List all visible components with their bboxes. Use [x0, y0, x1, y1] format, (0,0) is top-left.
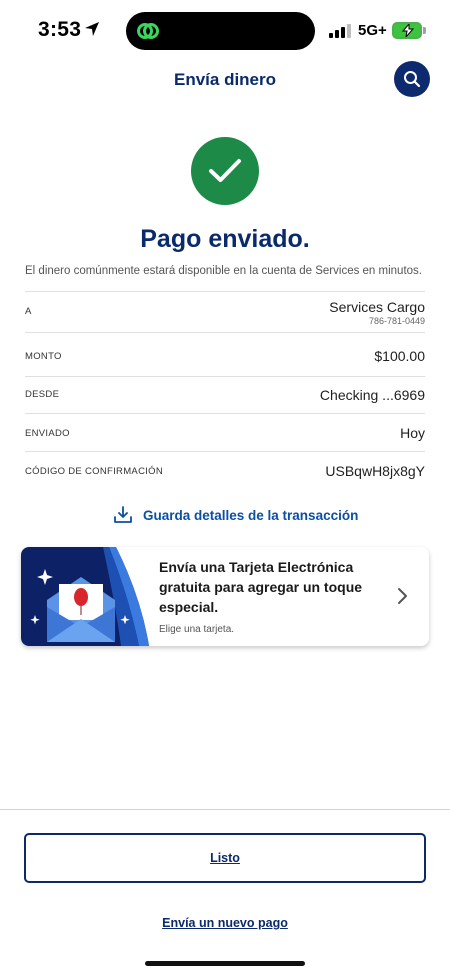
detail-value: Checking ...6969 — [319, 387, 425, 403]
footer-divider — [0, 809, 450, 810]
detail-label: MONTO — [25, 351, 62, 362]
detail-row-from: DESDE Checking ...6969 — [25, 376, 425, 413]
done-button-label: Listo — [210, 851, 240, 865]
chevron-right-icon — [398, 588, 407, 604]
home-indicator — [145, 961, 305, 966]
link-rings-icon — [137, 23, 159, 39]
search-icon — [404, 71, 421, 88]
ecard-title: Envía una Tarjeta Electrónica gratuita p… — [159, 559, 363, 615]
detail-value: $100.00 — [374, 348, 425, 364]
status-bar: 3:53 5G+ — [0, 0, 450, 62]
network-label: 5G+ — [358, 22, 387, 39]
battery-icon — [392, 22, 422, 39]
envelope-illustration — [21, 547, 149, 646]
detail-value: Hoy — [400, 425, 425, 441]
detail-row-sent: ENVIADO Hoy — [25, 413, 425, 451]
success-badge — [191, 137, 259, 205]
detail-row-amount: MONTO $100.00 — [25, 332, 425, 376]
ecard-promo[interactable]: Envía una Tarjeta Electrónica gratuita p… — [21, 547, 429, 646]
signal-icon — [329, 24, 351, 38]
done-button[interactable]: Listo — [24, 833, 426, 883]
status-time: 3:53 — [38, 18, 82, 41]
detail-value: Services Cargo — [329, 299, 425, 315]
detail-subvalue: 786-781-0449 — [368, 316, 425, 326]
ecard-subtitle: Elige una tarjeta. — [159, 624, 235, 635]
save-details-link[interactable]: Guarda detalles de la transacción — [113, 505, 358, 525]
check-icon — [209, 159, 241, 182]
success-title: Pago enviado. — [140, 225, 310, 253]
availability-info: El dinero comúnmente estará disponible e… — [25, 265, 422, 277]
detail-value: USBqwH8jx8gY — [325, 463, 425, 479]
detail-label: ENVIADO — [25, 428, 70, 439]
detail-row-to: A Services Cargo 786-781-0449 — [25, 291, 425, 332]
dynamic-island — [126, 12, 315, 50]
new-payment-link[interactable]: Envía un nuevo pago — [0, 916, 450, 930]
search-button[interactable] — [394, 61, 430, 97]
detail-label: CÓDIGO DE CONFIRMACIÓN — [25, 466, 164, 477]
location-arrow-icon — [85, 22, 99, 36]
detail-row-confirmation: CÓDIGO DE CONFIRMACIÓN USBqwH8jx8gY — [25, 451, 425, 491]
battery-tip — [423, 27, 426, 34]
download-icon — [114, 506, 132, 523]
transaction-details: A Services Cargo 786-781-0449 MONTO $100… — [25, 291, 425, 491]
detail-label: DESDE — [25, 389, 60, 400]
detail-label: A — [25, 306, 32, 317]
save-details-label: Guarda detalles de la transacción — [143, 507, 359, 523]
page-title: Envía dinero — [173, 70, 277, 89]
